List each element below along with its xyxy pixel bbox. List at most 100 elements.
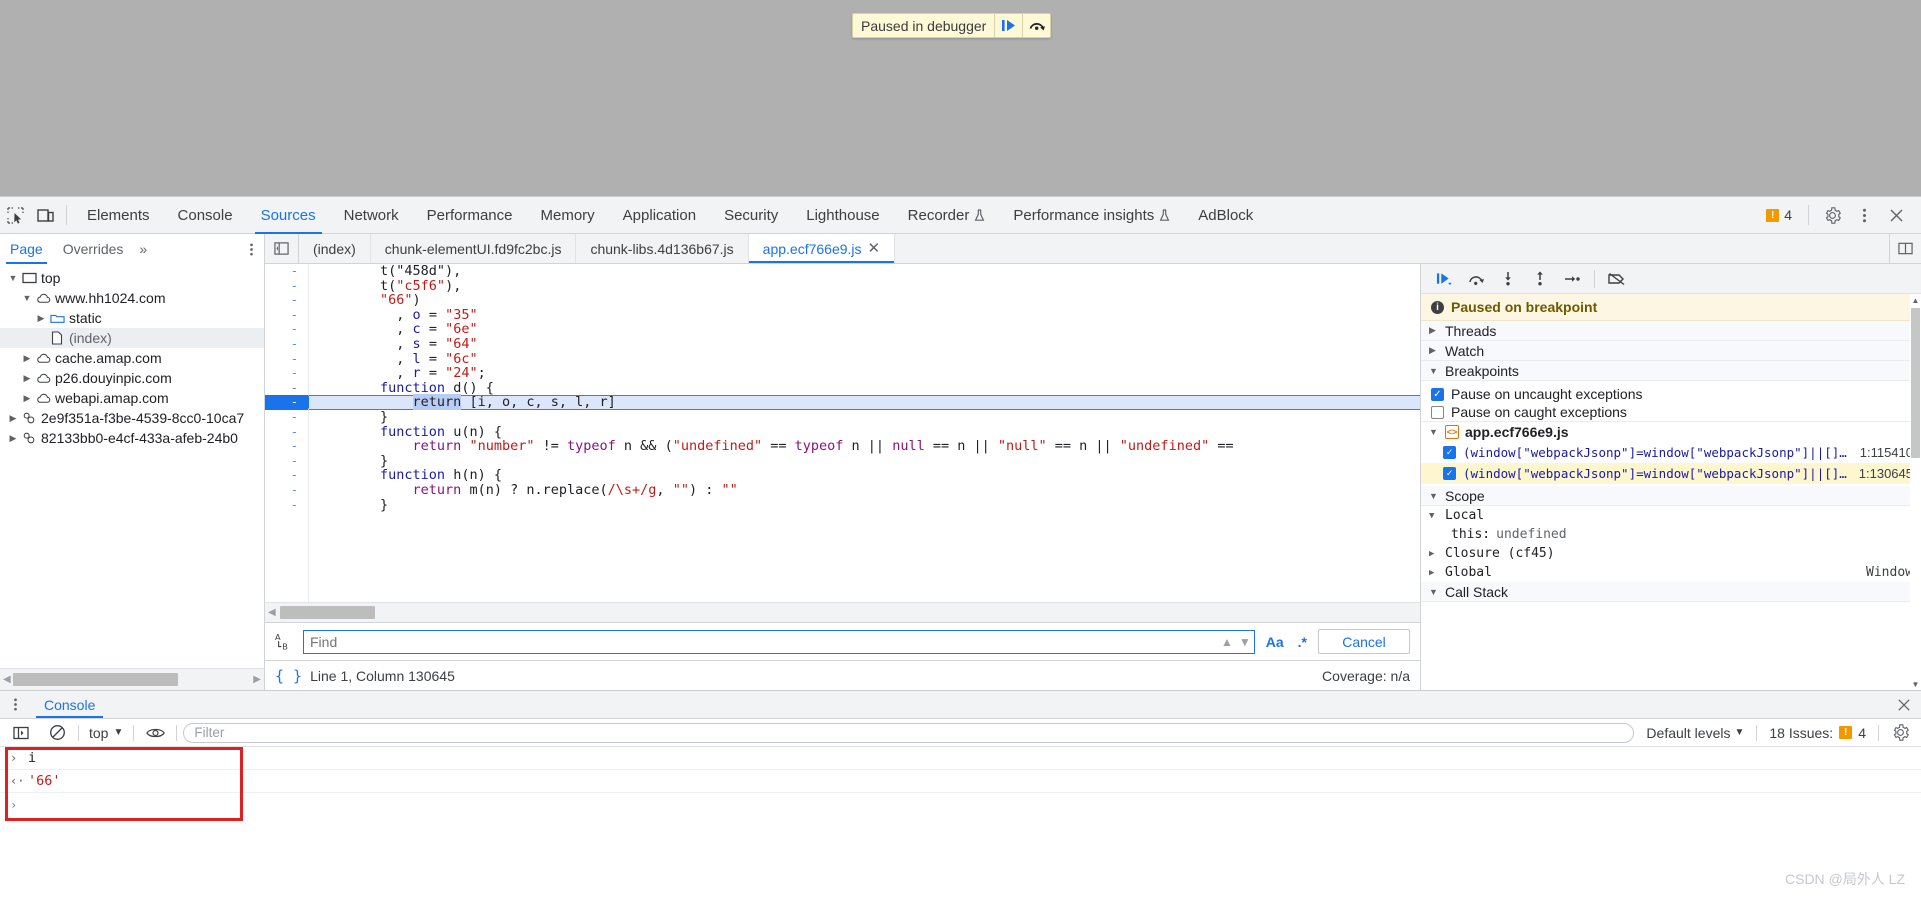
tab-elements[interactable]: Elements <box>73 197 164 234</box>
twisty-icon[interactable]: ▼ <box>20 293 34 303</box>
close-drawer-button[interactable] <box>1887 691 1921 718</box>
deactivate-breakpoints-button[interactable] <box>1602 266 1632 292</box>
section-watch[interactable]: ▶ Watch <box>1421 341 1921 361</box>
gutter-line[interactable]: - <box>265 439 308 454</box>
tab-network[interactable]: Network <box>330 197 413 234</box>
settings-button[interactable] <box>1817 200 1847 230</box>
checkbox-checked-icon[interactable]: ✓ <box>1443 467 1456 480</box>
twisty-icon[interactable]: ▶ <box>20 393 34 404</box>
debugger-vertical-scrollbar[interactable]: ▲ ▼ <box>1910 294 1921 690</box>
tree-item-worker-2e9f351a[interactable]: ▶ 2e9f351a-f3be-4539-8cc0-10ca7 <box>0 408 264 428</box>
navigator-options-button[interactable] <box>238 242 264 257</box>
step-out-button[interactable] <box>1525 266 1555 292</box>
breakpoint-file-group[interactable]: ▼ <> app.ecf766e9.js <box>1421 421 1921 442</box>
tab-memory[interactable]: Memory <box>527 197 609 234</box>
more-options-button[interactable] <box>1849 200 1879 230</box>
checkbox-checked-icon[interactable]: ✓ <box>1431 387 1444 401</box>
gutter-line[interactable]: - <box>265 293 308 308</box>
tree-item-hh1024[interactable]: ▼ www.hh1024.com <box>0 288 264 308</box>
gutter-line[interactable]: - <box>265 454 308 469</box>
pause-caught-exceptions-row[interactable]: Pause on caught exceptions <box>1421 403 1921 421</box>
gutter-line[interactable]: - <box>265 308 308 323</box>
console-messages[interactable]: › i ‹· '66' › <box>0 747 1921 905</box>
gutter-line[interactable]: - <box>265 279 308 294</box>
pretty-print-icon[interactable]: { } <box>275 667 302 685</box>
regex-toggle[interactable]: .* <box>1295 634 1310 650</box>
gutter-line[interactable]: - <box>265 337 308 352</box>
overlay-resume-button[interactable] <box>994 14 1022 37</box>
live-expression-button[interactable] <box>140 718 170 748</box>
navigator-more-tabs-button[interactable]: » <box>133 241 153 257</box>
editor-tab-chunk-elementui[interactable]: chunk-elementUI.fd9fc2bc.js <box>371 234 577 263</box>
editor-tab-index[interactable]: (index) <box>299 234 371 263</box>
editor-tab-close-icon[interactable]: ✕ <box>868 241 881 256</box>
scope-closure[interactable]: ▶ Closure (cf45) <box>1421 544 1921 563</box>
tab-performance[interactable]: Performance <box>413 197 527 234</box>
tab-recorder[interactable]: Recorder <box>894 197 1000 234</box>
section-breakpoints[interactable]: ▼ Breakpoints <box>1421 361 1921 381</box>
gutter-line[interactable]: - <box>265 381 308 396</box>
code-content[interactable]: t("458d"), t("c5f6"), "66") , o = "35" ,… <box>309 264 1420 602</box>
scroll-left-icon[interactable]: ◀ <box>268 607 276 618</box>
console-filter-input[interactable]: Filter <box>183 722 1635 743</box>
gutter-line[interactable]: - <box>265 322 308 337</box>
editor-tab-app[interactable]: app.ecf766e9.js ✕ <box>748 234 896 263</box>
gutter-line[interactable]: - <box>265 498 308 513</box>
scroll-up-icon[interactable]: ▲ <box>1910 294 1921 306</box>
execution-context-selector[interactable]: top ▼ <box>85 725 127 741</box>
breakpoint-row[interactable]: ✓ (window["webpackJsonp"]=window["webpac… <box>1421 463 1921 484</box>
gutter-line[interactable]: - <box>265 352 308 367</box>
resume-script-button[interactable] <box>1429 266 1459 292</box>
tab-console[interactable]: Console <box>164 197 247 234</box>
tab-sources[interactable]: Sources <box>247 197 330 234</box>
checkbox-unchecked-icon[interactable] <box>1431 405 1444 419</box>
scroll-down-icon[interactable]: ▼ <box>1910 678 1921 690</box>
editor-tab-chunk-libs[interactable]: chunk-libs.4d136b67.js <box>576 234 749 263</box>
section-scope[interactable]: ▼ Scope <box>1421 486 1921 506</box>
line-gutter[interactable]: ----------------- <box>265 264 315 602</box>
section-call-stack[interactable]: ▼ Call Stack <box>1421 582 1921 602</box>
pause-uncaught-exceptions-row[interactable]: ✓ Pause on uncaught exceptions <box>1421 385 1921 403</box>
twisty-icon[interactable]: ▶ <box>34 313 48 324</box>
drawer-options-button[interactable] <box>0 691 30 718</box>
tree-item-index[interactable]: (index) <box>0 328 264 348</box>
scrollbar-thumb[interactable] <box>1911 308 1920 458</box>
scrollbar-thumb[interactable] <box>12 673 178 686</box>
twisty-icon[interactable]: ▼ <box>6 273 20 283</box>
scroll-left-icon[interactable]: ◀ <box>3 674 11 685</box>
device-toolbar-button[interactable] <box>30 197 60 234</box>
console-sidebar-button[interactable] <box>6 718 36 748</box>
step-button[interactable] <box>1557 266 1587 292</box>
gutter-line[interactable]: - <box>265 366 308 381</box>
scope-global[interactable]: ▶ Global Window <box>1421 563 1921 582</box>
checkbox-checked-icon[interactable]: ✓ <box>1443 446 1456 459</box>
code-viewer[interactable]: ----------------- t("458d"), t("c5f6"), … <box>265 264 1420 602</box>
breakpoint-row[interactable]: ✓ (window["webpackJsonp"]=window["webpac… <box>1421 442 1921 463</box>
debugger-sections[interactable]: i Paused on breakpoint ▶ Threads ▶ Watch… <box>1421 294 1921 690</box>
navigator-horizontal-scrollbar[interactable]: ◀ ▶ <box>0 668 264 690</box>
section-threads[interactable]: ▶ Threads <box>1421 321 1921 341</box>
twisty-icon[interactable]: ▶ <box>6 433 20 444</box>
gutter-execution-marker[interactable]: - <box>265 395 315 410</box>
tab-performance-insights[interactable]: Performance insights <box>999 197 1184 234</box>
tree-item-top[interactable]: ▼ top <box>0 268 264 288</box>
scrollbar-thumb[interactable] <box>279 606 375 619</box>
find-previous-icon[interactable]: ▲ <box>1221 635 1233 649</box>
editor-horizontal-scrollbar[interactable]: ◀ <box>265 602 1420 622</box>
tree-item-cache-amap[interactable]: ▶ cache.amap.com <box>0 348 264 368</box>
tree-item-static[interactable]: ▶ static <box>0 308 264 328</box>
console-prompt[interactable]: › <box>0 793 1921 816</box>
tab-lighthouse[interactable]: Lighthouse <box>792 197 893 234</box>
warning-badge[interactable]: ! 4 <box>1758 207 1800 223</box>
gutter-line[interactable]: - <box>265 425 308 440</box>
step-into-button[interactable] <box>1493 266 1523 292</box>
scope-local[interactable]: ▼ Local <box>1421 506 1921 525</box>
overlay-step-over-button[interactable] <box>1022 14 1050 37</box>
tab-adblock[interactable]: AdBlock <box>1184 197 1267 234</box>
tree-item-webapi-amap[interactable]: ▶ webapi.amap.com <box>0 388 264 408</box>
navigator-tab-page[interactable]: Page <box>0 234 53 264</box>
tree-item-worker-82133bb0[interactable]: ▶ 82133bb0-e4cf-433a-afeb-24b0 <box>0 428 264 448</box>
gutter-line[interactable]: - <box>265 264 308 279</box>
scroll-right-icon[interactable]: ▶ <box>253 674 261 685</box>
console-settings-button[interactable] <box>1885 718 1915 748</box>
